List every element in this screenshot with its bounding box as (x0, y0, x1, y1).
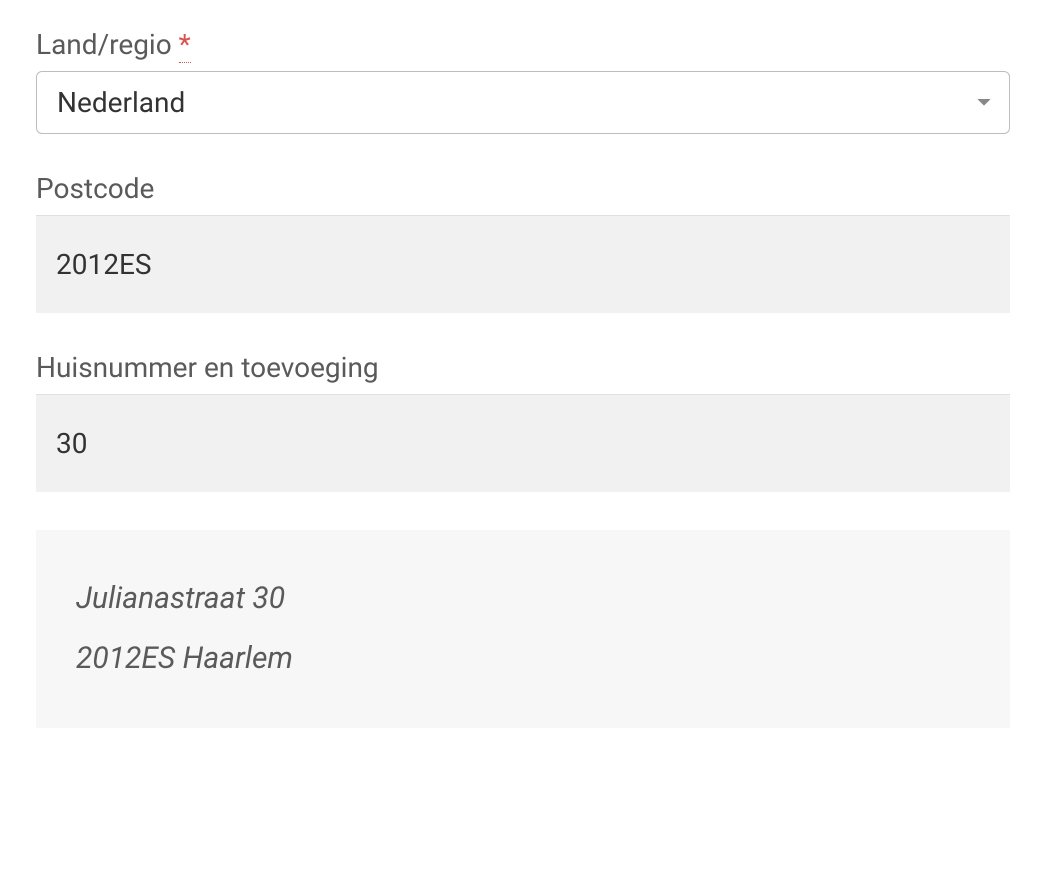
country-select[interactable]: Nederland (36, 71, 1010, 134)
housenumber-label: Huisnummer en toevoeging (36, 351, 1010, 384)
housenumber-input[interactable] (36, 394, 1010, 492)
postcode-group: Postcode (36, 172, 1010, 313)
resolved-line-1: Julianastraat 30 (76, 578, 970, 620)
housenumber-group: Huisnummer en toevoeging (36, 351, 1010, 492)
resolved-address-block: Julianastraat 30 2012ES Haarlem (36, 530, 1010, 728)
chevron-down-icon (976, 97, 992, 109)
country-select-value: Nederland (57, 86, 185, 119)
country-label-text: Land/regio (36, 28, 172, 61)
postcode-input[interactable] (36, 215, 1010, 313)
country-label: Land/regio * (36, 28, 1010, 61)
country-group: Land/regio * Nederland (36, 28, 1010, 134)
resolved-line-2: 2012ES Haarlem (76, 638, 970, 680)
postcode-label: Postcode (36, 172, 1010, 205)
country-select-wrapper: Nederland (36, 71, 1010, 134)
required-marker: * (179, 28, 191, 63)
